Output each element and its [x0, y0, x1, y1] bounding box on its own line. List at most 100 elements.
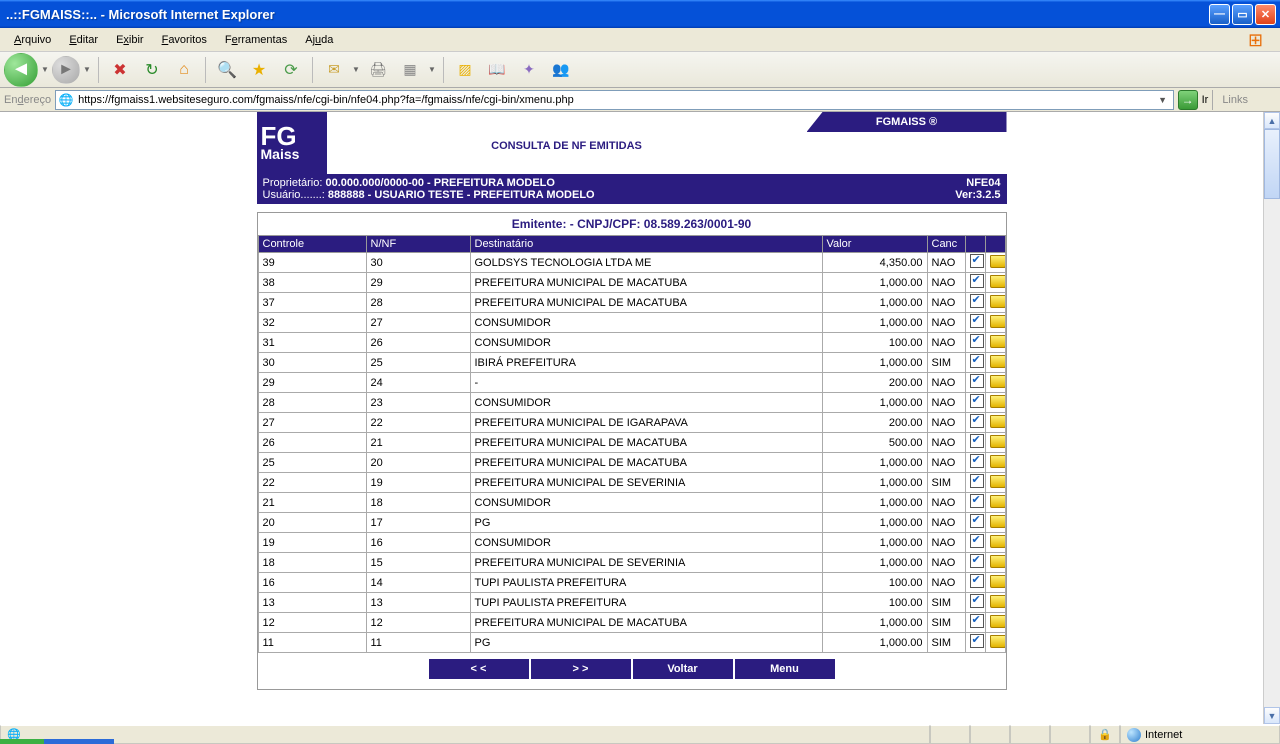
menu-ajuda[interactable]: Ajuda	[297, 31, 341, 49]
address-dropdown[interactable]: ▼	[1155, 95, 1171, 105]
next-button[interactable]: > >	[531, 659, 631, 679]
messenger-button[interactable]: 👥	[546, 55, 576, 85]
cell-check[interactable]	[965, 393, 985, 413]
cell-check[interactable]	[965, 533, 985, 553]
check-icon[interactable]	[970, 254, 984, 268]
check-icon[interactable]	[970, 414, 984, 428]
cell-check[interactable]	[965, 313, 985, 333]
cell-check[interactable]	[965, 373, 985, 393]
edit-button[interactable]: ▦	[395, 55, 425, 85]
cell-check[interactable]	[965, 513, 985, 533]
check-icon[interactable]	[970, 294, 984, 308]
check-icon[interactable]	[970, 614, 984, 628]
home-button[interactable]: ⌂	[169, 55, 199, 85]
back-button[interactable]: ◄	[4, 53, 38, 87]
menu-button[interactable]: Menu	[735, 659, 835, 679]
folder-icon[interactable]	[990, 555, 1006, 568]
edit-dropdown[interactable]: ▼	[427, 65, 437, 74]
cell-folder[interactable]	[985, 473, 1005, 493]
vertical-scrollbar[interactable]: ▲ ▼	[1263, 112, 1280, 724]
cell-folder[interactable]	[985, 333, 1005, 353]
cell-folder[interactable]	[985, 593, 1005, 613]
folder-icon[interactable]	[990, 355, 1006, 368]
check-icon[interactable]	[970, 314, 984, 328]
cell-folder[interactable]	[985, 633, 1005, 653]
check-icon[interactable]	[970, 394, 984, 408]
cell-check[interactable]	[965, 573, 985, 593]
window-close-button[interactable]: ✕	[1255, 4, 1276, 25]
cell-check[interactable]	[965, 333, 985, 353]
check-icon[interactable]	[970, 534, 984, 548]
folder-icon[interactable]	[990, 495, 1006, 508]
folder-icon[interactable]	[990, 275, 1006, 288]
check-icon[interactable]	[970, 554, 984, 568]
refresh-button[interactable]: ↻	[137, 55, 167, 85]
cell-folder[interactable]	[985, 253, 1005, 273]
cell-folder[interactable]	[985, 513, 1005, 533]
check-icon[interactable]	[970, 574, 984, 588]
cell-folder[interactable]	[985, 313, 1005, 333]
window-minimize-button[interactable]: —	[1209, 4, 1230, 25]
cell-folder[interactable]	[985, 533, 1005, 553]
check-icon[interactable]	[970, 514, 984, 528]
search-button[interactable]: 🔍	[212, 55, 242, 85]
scroll-thumb[interactable]	[1264, 129, 1280, 199]
folder-icon[interactable]	[990, 295, 1006, 308]
folder-icon[interactable]	[990, 255, 1006, 268]
folder-icon[interactable]	[990, 615, 1006, 628]
cell-check[interactable]	[965, 433, 985, 453]
scroll-up-button[interactable]: ▲	[1264, 112, 1280, 129]
scroll-down-button[interactable]: ▼	[1264, 707, 1280, 724]
cell-folder[interactable]	[985, 293, 1005, 313]
folder-icon[interactable]	[990, 335, 1006, 348]
cell-check[interactable]	[965, 253, 985, 273]
check-icon[interactable]	[970, 434, 984, 448]
cell-folder[interactable]	[985, 273, 1005, 293]
address-input[interactable]	[74, 94, 1154, 106]
check-icon[interactable]	[970, 454, 984, 468]
voltar-button[interactable]: Voltar	[633, 659, 733, 679]
check-icon[interactable]	[970, 334, 984, 348]
check-icon[interactable]	[970, 594, 984, 608]
cell-check[interactable]	[965, 453, 985, 473]
folder-icon[interactable]	[990, 415, 1006, 428]
folder-icon[interactable]	[990, 395, 1006, 408]
cell-check[interactable]	[965, 413, 985, 433]
folder-icon[interactable]	[990, 535, 1006, 548]
print-button[interactable]: 🖨	[363, 55, 393, 85]
cell-folder[interactable]	[985, 413, 1005, 433]
links-label[interactable]: Links	[1222, 94, 1276, 106]
cell-folder[interactable]	[985, 613, 1005, 633]
cell-folder[interactable]	[985, 553, 1005, 573]
folder-icon[interactable]	[990, 375, 1006, 388]
cell-check[interactable]	[965, 293, 985, 313]
cell-check[interactable]	[965, 593, 985, 613]
cell-check[interactable]	[965, 473, 985, 493]
check-icon[interactable]	[970, 494, 984, 508]
cell-check[interactable]	[965, 633, 985, 653]
cell-folder[interactable]	[985, 353, 1005, 373]
favorites-button[interactable]: ★	[244, 55, 274, 85]
cell-folder[interactable]	[985, 573, 1005, 593]
cell-check[interactable]	[965, 493, 985, 513]
folder-icon[interactable]	[990, 435, 1006, 448]
prev-button[interactable]: < <	[429, 659, 529, 679]
cell-folder[interactable]	[985, 493, 1005, 513]
history-button[interactable]: ⟳	[276, 55, 306, 85]
check-icon[interactable]	[970, 274, 984, 288]
folder-icon[interactable]	[990, 315, 1006, 328]
cell-check[interactable]	[965, 553, 985, 573]
menu-arquivo[interactable]: Arquivo	[6, 31, 59, 49]
mail-dropdown[interactable]: ▼	[351, 65, 361, 74]
folder-icon[interactable]	[990, 455, 1006, 468]
check-icon[interactable]	[970, 634, 984, 648]
cell-check[interactable]	[965, 613, 985, 633]
cell-folder[interactable]	[985, 453, 1005, 473]
research-button[interactable]: 📖	[482, 55, 512, 85]
menu-exibir[interactable]: Exibir	[108, 31, 152, 49]
menu-editar[interactable]: Editar	[61, 31, 106, 49]
cell-folder[interactable]	[985, 393, 1005, 413]
stop-button[interactable]: ✖	[105, 55, 135, 85]
cell-folder[interactable]	[985, 373, 1005, 393]
folder-icon[interactable]	[990, 595, 1006, 608]
